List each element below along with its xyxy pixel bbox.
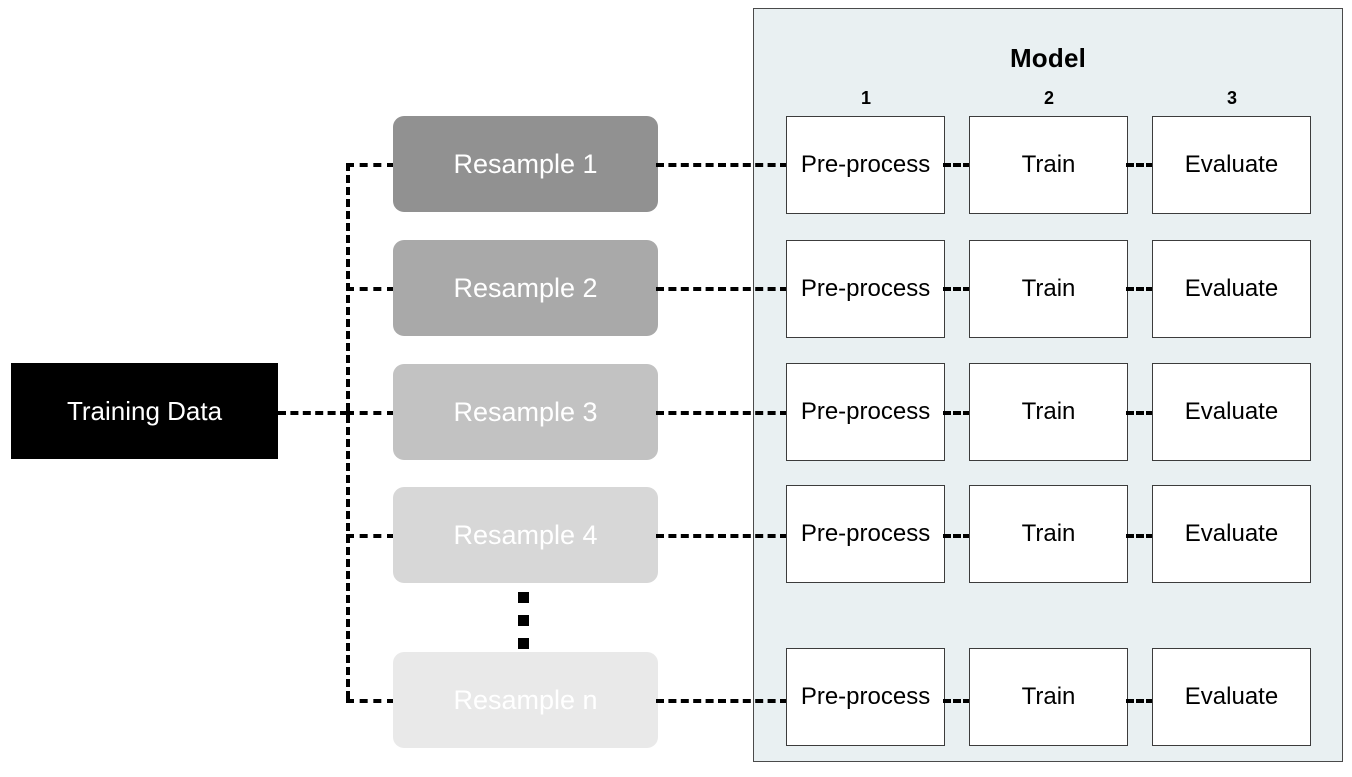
stage-box-evaluate-2: Evaluate bbox=[1152, 240, 1311, 338]
stage-box-preprocess-1: Pre-process bbox=[786, 116, 945, 214]
resample-box-n: Resample n bbox=[393, 652, 658, 748]
connector-stage-2-to-3-row-2 bbox=[1126, 287, 1154, 291]
stage-box-preprocess-4: Pre-process bbox=[786, 485, 945, 583]
training-data-box: Training Data bbox=[11, 363, 278, 459]
connector-trunk-to-resample-2 bbox=[346, 287, 395, 291]
stage-box-preprocess-2: Pre-process bbox=[786, 240, 945, 338]
training-data-label: Training Data bbox=[66, 395, 223, 426]
stage-label-preprocess-4: Pre-process bbox=[800, 520, 931, 547]
connector-resample-2-to-stage-1 bbox=[656, 287, 788, 291]
stage-box-evaluate-n: Evaluate bbox=[1152, 648, 1311, 746]
stage-box-evaluate-1: Evaluate bbox=[1152, 116, 1311, 214]
stage-label-train-1: Train bbox=[1021, 151, 1076, 178]
connector-stage-2-to-3-row-1 bbox=[1126, 163, 1154, 167]
stage-label-train-4: Train bbox=[1021, 520, 1076, 547]
connector-resample-4-to-stage-1 bbox=[656, 534, 788, 538]
connector-stage-2-to-3-row-3 bbox=[1126, 411, 1154, 415]
resample-label-3: Resample 3 bbox=[453, 396, 598, 427]
stage-label-evaluate-4: Evaluate bbox=[1184, 520, 1279, 547]
stage-box-train-2: Train bbox=[969, 240, 1128, 338]
resample-label-1: Resample 1 bbox=[453, 148, 598, 179]
stage-label-evaluate-1: Evaluate bbox=[1184, 151, 1279, 178]
stage-label-train-n: Train bbox=[1021, 683, 1076, 710]
stage-label-train-2: Train bbox=[1021, 275, 1076, 302]
stage-box-train-4: Train bbox=[969, 485, 1128, 583]
stage-label-preprocess-1: Pre-process bbox=[800, 151, 931, 178]
stage-label-train-3: Train bbox=[1021, 398, 1076, 425]
connector-stage-1-to-2-row-2 bbox=[943, 287, 971, 291]
resample-box-3: Resample 3 bbox=[393, 364, 658, 460]
connector-stage-1-to-2-row-3 bbox=[943, 411, 971, 415]
model-panel-heading: Model bbox=[1009, 43, 1087, 73]
stage-box-evaluate-4: Evaluate bbox=[1152, 485, 1311, 583]
connector-resample-1-to-stage-1 bbox=[656, 163, 788, 167]
connector-stage-2-to-3-row-4 bbox=[1126, 534, 1154, 538]
model-column-number-1: 1 bbox=[860, 88, 871, 108]
connector-resample-3-to-stage-1 bbox=[656, 411, 788, 415]
connector-resample-n-to-stage-1 bbox=[656, 699, 788, 703]
resample-box-2: Resample 2 bbox=[393, 240, 658, 336]
resample-box-4: Resample 4 bbox=[393, 487, 658, 583]
model-column-number-2: 2 bbox=[1043, 88, 1054, 108]
connector-trunk-to-resample-3 bbox=[346, 411, 395, 415]
stage-box-preprocess-3: Pre-process bbox=[786, 363, 945, 461]
stage-label-preprocess-2: Pre-process bbox=[800, 275, 931, 302]
resample-box-1: Resample 1 bbox=[393, 116, 658, 212]
vertical-ellipsis-icon bbox=[518, 592, 530, 650]
stage-label-preprocess-3: Pre-process bbox=[800, 398, 931, 425]
connector-trunk-to-resample-4 bbox=[346, 534, 395, 538]
stage-label-evaluate-3: Evaluate bbox=[1184, 398, 1279, 425]
stage-box-evaluate-3: Evaluate bbox=[1152, 363, 1311, 461]
stage-label-preprocess-n: Pre-process bbox=[800, 683, 931, 710]
connector-stage-1-to-2-row-4 bbox=[943, 534, 971, 538]
connector-trunk-vertical bbox=[346, 163, 350, 699]
connector-trunk-to-resample-1 bbox=[346, 163, 395, 167]
model-column-number-3: 3 bbox=[1226, 88, 1237, 108]
connector-stage-2-to-3-row-n bbox=[1126, 699, 1154, 703]
stage-box-train-1: Train bbox=[969, 116, 1128, 214]
connector-stage-1-to-2-row-1 bbox=[943, 163, 971, 167]
connector-trunk-to-resample-n bbox=[346, 699, 395, 703]
stage-label-evaluate-2: Evaluate bbox=[1184, 275, 1279, 302]
stage-box-train-3: Train bbox=[969, 363, 1128, 461]
stage-box-preprocess-n: Pre-process bbox=[786, 648, 945, 746]
resample-label-4: Resample 4 bbox=[453, 519, 598, 550]
stage-label-evaluate-n: Evaluate bbox=[1184, 683, 1279, 710]
diagram-canvas: Model 1 2 3 Training Data Resample 1 Pre… bbox=[0, 0, 1352, 777]
connector-stage-1-to-2-row-n bbox=[943, 699, 971, 703]
connector-source-to-trunk bbox=[278, 411, 348, 415]
resample-label-n: Resample n bbox=[453, 684, 598, 715]
resample-label-2: Resample 2 bbox=[453, 272, 598, 303]
stage-box-train-n: Train bbox=[969, 648, 1128, 746]
